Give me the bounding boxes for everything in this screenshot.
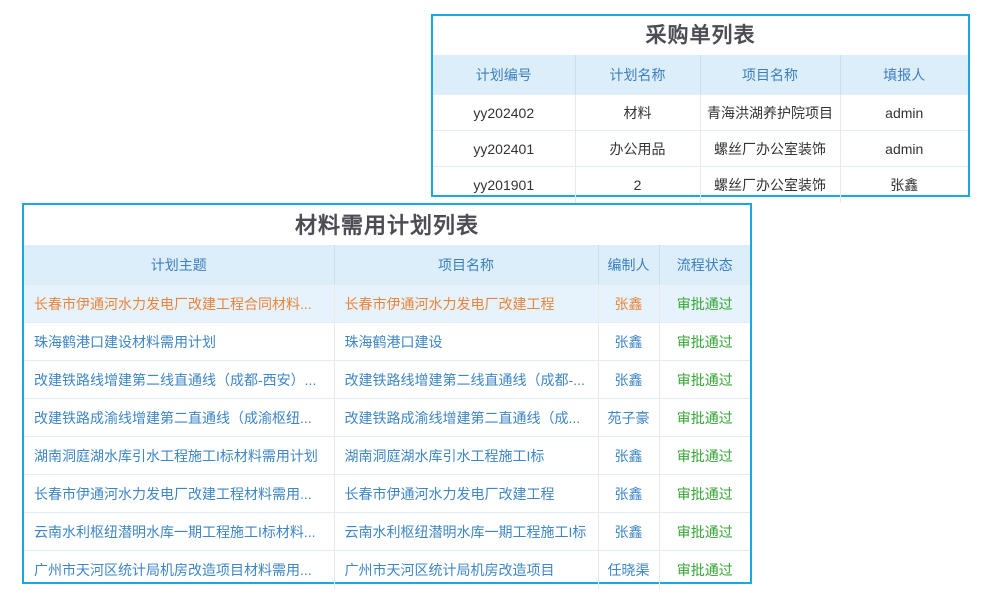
cell-subject-link[interactable]: 湖南洞庭湖水库引水工程施工I标材料需用计划 — [24, 437, 334, 475]
purchase-list-panel: 采购单列表 计划编号 计划名称 项目名称 填报人 yy202402 材料 青海洪… — [431, 14, 970, 197]
cell-plan-name: 办公用品 — [575, 131, 700, 167]
table-row[interactable]: 湖南洞庭湖水库引水工程施工I标材料需用计划 湖南洞庭湖水库引水工程施工I标 张鑫… — [24, 437, 750, 475]
cell-project: 螺丝厂办公室装饰 — [700, 131, 840, 167]
cell-project-link[interactable]: 珠海鹤港口建设 — [334, 323, 598, 361]
material-table: 计划主题 项目名称 编制人 流程状态 长春市伊通河水力发电厂改建工程合同材料..… — [24, 245, 750, 589]
cell-plan-no: yy202401 — [433, 131, 575, 167]
cell-creator: 张鑫 — [598, 513, 659, 551]
purchase-list-title: 采购单列表 — [433, 16, 968, 55]
material-col-creator: 编制人 — [598, 245, 659, 285]
cell-creator: 张鑫 — [598, 475, 659, 513]
cell-creator: 张鑫 — [598, 361, 659, 399]
cell-creator: 张鑫 — [598, 323, 659, 361]
cell-project-link[interactable]: 云南水利枢纽潜明水库一期工程施工I标 — [334, 513, 598, 551]
table-row[interactable]: 珠海鹤港口建设材料需用计划 珠海鹤港口建设 张鑫 审批通过 — [24, 323, 750, 361]
status-badge: 审批通过 — [659, 285, 750, 323]
cell-project: 青海洪湖养护院项目 — [700, 95, 840, 131]
cell-plan-name: 材料 — [575, 95, 700, 131]
status-badge: 审批通过 — [659, 551, 750, 589]
cell-creator: 张鑫 — [598, 437, 659, 475]
cell-project-link[interactable]: 改建铁路成渝线增建第二直通线（成... — [334, 399, 598, 437]
status-badge: 审批通过 — [659, 323, 750, 361]
cell-project-link[interactable]: 长春市伊通河水力发电厂改建工程 — [334, 285, 598, 323]
cell-plan-no: yy201901 — [433, 167, 575, 203]
cell-subject-link[interactable]: 长春市伊通河水力发电厂改建工程材料需用... — [24, 475, 334, 513]
cell-subject-link[interactable]: 改建铁路成渝线增建第二直通线（成渝枢纽... — [24, 399, 334, 437]
material-col-subject: 计划主题 — [24, 245, 334, 285]
table-row[interactable]: 广州市天河区统计局机房改造项目材料需用... 广州市天河区统计局机房改造项目 任… — [24, 551, 750, 589]
table-row[interactable]: yy202402 材料 青海洪湖养护院项目 admin — [433, 95, 968, 131]
status-badge: 审批通过 — [659, 513, 750, 551]
cell-reporter: admin — [840, 131, 968, 167]
purchase-header-row: 计划编号 计划名称 项目名称 填报人 — [433, 55, 968, 95]
purchase-col-project: 项目名称 — [700, 55, 840, 95]
cell-subject-link[interactable]: 广州市天河区统计局机房改造项目材料需用... — [24, 551, 334, 589]
cell-project-link[interactable]: 长春市伊通河水力发电厂改建工程 — [334, 475, 598, 513]
status-badge: 审批通过 — [659, 361, 750, 399]
cell-subject-link[interactable]: 珠海鹤港口建设材料需用计划 — [24, 323, 334, 361]
material-col-status: 流程状态 — [659, 245, 750, 285]
table-row[interactable]: 改建铁路线增建第二线直通线（成都-西安）... 改建铁路线增建第二线直通线（成都… — [24, 361, 750, 399]
table-row-selected[interactable]: 长春市伊通河水力发电厂改建工程合同材料... 长春市伊通河水力发电厂改建工程 张… — [24, 285, 750, 323]
purchase-col-plan-no: 计划编号 — [433, 55, 575, 95]
table-row[interactable]: 云南水利枢纽潜明水库一期工程施工I标材料... 云南水利枢纽潜明水库一期工程施工… — [24, 513, 750, 551]
table-row[interactable]: yy201901 2 螺丝厂办公室装饰 张鑫 — [433, 167, 968, 203]
cell-plan-name: 2 — [575, 167, 700, 203]
status-badge: 审批通过 — [659, 399, 750, 437]
cell-subject-link[interactable]: 云南水利枢纽潜明水库一期工程施工I标材料... — [24, 513, 334, 551]
cell-project-link[interactable]: 广州市天河区统计局机房改造项目 — [334, 551, 598, 589]
cell-creator: 张鑫 — [598, 285, 659, 323]
table-row[interactable]: 长春市伊通河水力发电厂改建工程材料需用... 长春市伊通河水力发电厂改建工程 张… — [24, 475, 750, 513]
cell-project: 螺丝厂办公室装饰 — [700, 167, 840, 203]
purchase-col-plan-name: 计划名称 — [575, 55, 700, 95]
purchase-col-reporter: 填报人 — [840, 55, 968, 95]
cell-plan-no: yy202402 — [433, 95, 575, 131]
table-row[interactable]: 改建铁路成渝线增建第二直通线（成渝枢纽... 改建铁路成渝线增建第二直通线（成.… — [24, 399, 750, 437]
cell-project-link[interactable]: 湖南洞庭湖水库引水工程施工I标 — [334, 437, 598, 475]
material-plan-panel: 材料需用计划列表 计划主题 项目名称 编制人 流程状态 长春市伊通河水力发电厂改… — [22, 203, 752, 584]
purchase-table: 计划编号 计划名称 项目名称 填报人 yy202402 材料 青海洪湖养护院项目… — [433, 55, 968, 203]
cell-reporter: 张鑫 — [840, 167, 968, 203]
status-badge: 审批通过 — [659, 475, 750, 513]
cell-reporter: admin — [840, 95, 968, 131]
cell-creator: 任晓渠 — [598, 551, 659, 589]
page: { "colors": { "panel_border": "#1ba8e1",… — [0, 0, 1000, 600]
cell-subject-link[interactable]: 改建铁路线增建第二线直通线（成都-西安）... — [24, 361, 334, 399]
cell-creator: 苑子豪 — [598, 399, 659, 437]
material-col-project: 项目名称 — [334, 245, 598, 285]
status-badge: 审批通过 — [659, 437, 750, 475]
cell-subject-link[interactable]: 长春市伊通河水力发电厂改建工程合同材料... — [24, 285, 334, 323]
material-plan-title: 材料需用计划列表 — [24, 205, 750, 245]
table-row[interactable]: yy202401 办公用品 螺丝厂办公室装饰 admin — [433, 131, 968, 167]
cell-project-link[interactable]: 改建铁路线增建第二线直通线（成都-... — [334, 361, 598, 399]
material-header-row: 计划主题 项目名称 编制人 流程状态 — [24, 245, 750, 285]
